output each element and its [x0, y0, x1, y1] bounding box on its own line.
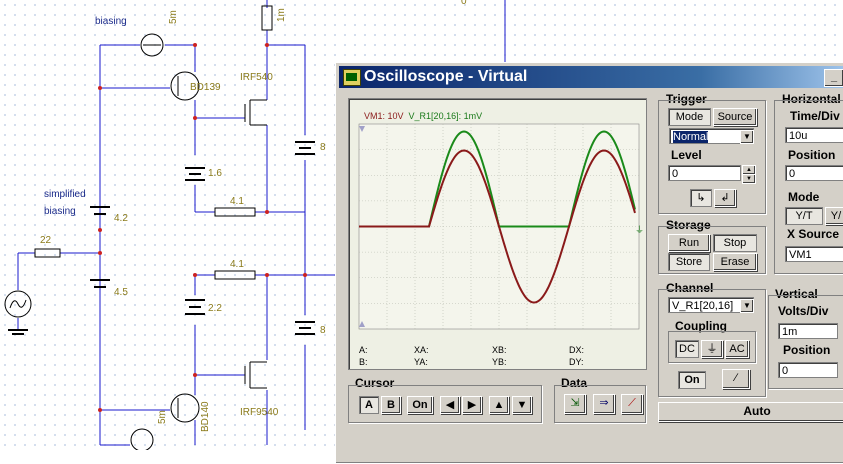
window-title: Oscilloscope - Virtual: [364, 68, 528, 85]
coupling-ground-icon[interactable]: ⏚: [701, 340, 723, 358]
label-batt-2-2: 2.2: [208, 303, 222, 314]
cursor-b-button[interactable]: B: [381, 396, 401, 414]
chevron-down-icon[interactable]: ▼: [740, 299, 754, 313]
storage-erase-button[interactable]: Erase: [713, 253, 757, 271]
mode-yt-button[interactable]: Y/T: [785, 207, 823, 225]
coupling-ac-button[interactable]: AC: [725, 340, 749, 358]
readout-dx: DX:: [569, 345, 585, 355]
vertical-position-label: Position: [783, 343, 831, 357]
storage-store-button[interactable]: Store: [668, 253, 710, 271]
horizontal-position-label: Position: [788, 148, 836, 162]
arrow-down-icon[interactable]: ▼: [512, 396, 532, 414]
label-zero: 0: [461, 0, 467, 7]
x-source-select[interactable]: VM1: [785, 246, 843, 262]
storage-stop-button[interactable]: Stop: [713, 234, 757, 252]
horizontal-mode-label: Mode: [788, 190, 820, 204]
mode-yx-button[interactable]: Y/: [825, 207, 843, 225]
label-transistor-top: BD139: [190, 82, 221, 93]
falling-edge-button[interactable]: ↲: [714, 189, 736, 207]
time-div-input[interactable]: 10u: [785, 127, 843, 143]
window-titlebar[interactable]: Oscilloscope - Virtual _: [339, 66, 843, 88]
label-mosfet-top: IRF540: [240, 72, 273, 83]
arrow-up-icon[interactable]: ▲: [489, 396, 509, 414]
ground-marker: ⏚: [635, 225, 644, 235]
label-top-resistor: 1m: [276, 8, 287, 22]
readout-a: A:: [359, 345, 368, 355]
vertical-position-input[interactable]: 0: [778, 362, 838, 378]
trigger-mode-value: Normal: [673, 131, 709, 143]
label-batt-4-2: 4.2: [114, 213, 128, 224]
readout-xa: XA:: [414, 345, 429, 355]
label-res-4-1-top: 4.1: [230, 196, 244, 207]
trigger-source-button[interactable]: Source: [713, 108, 757, 126]
auto-button[interactable]: Auto: [658, 402, 843, 422]
label-transistor-bot: BD140: [200, 401, 211, 432]
label-biasing-2: biasing: [44, 206, 76, 217]
readout-ya: YA:: [414, 357, 428, 367]
clear-data-icon[interactable]: ⟋: [621, 394, 643, 414]
minimize-button[interactable]: _: [824, 69, 843, 87]
channel-on-button[interactable]: On: [678, 371, 706, 389]
probe-pen-icon[interactable]: ∕: [722, 369, 750, 389]
label-mosfet-bot: IRF9540: [240, 407, 279, 418]
label-simplified: simplified: [44, 189, 86, 200]
x-source-label: X Source: [787, 227, 840, 241]
trigger-level-label: Level: [671, 148, 702, 162]
volts-div-input[interactable]: 1m: [778, 323, 838, 339]
trigger-mode-button[interactable]: Mode: [668, 108, 711, 126]
label-res-22: 22: [40, 235, 52, 246]
label-batt-4-5: 4.5: [114, 287, 128, 298]
arrow-right-icon[interactable]: ▶: [462, 396, 482, 414]
readout-dy: DY:: [569, 357, 584, 367]
cursor-a-button[interactable]: A: [359, 396, 379, 414]
storage-run-button[interactable]: Run: [668, 234, 710, 252]
label-current-source-top: 5m: [168, 10, 179, 24]
cursor-on-button[interactable]: On: [407, 396, 433, 414]
label-current-source-bot: 5m: [157, 410, 168, 424]
chevron-down-icon[interactable]: ▼: [740, 130, 754, 144]
label-batt-8-top: 8: [320, 142, 326, 153]
label-biasing: biasing: [95, 16, 127, 27]
horizontal-position-input[interactable]: 0: [785, 165, 843, 181]
readout-xb: XB:: [492, 345, 507, 355]
label-batt-1-6: 1.6: [208, 168, 222, 179]
volts-div-label: Volts/Div: [778, 304, 829, 318]
label-res-4-1-bot: 4.1: [230, 259, 244, 270]
readout-yb: YB:: [492, 357, 507, 367]
oscilloscope-app-icon: [343, 69, 361, 86]
trigger-level-input[interactable]: 0: [668, 165, 741, 181]
waveform-plot: ⏚: [358, 123, 644, 330]
scope-display[interactable]: VM1: 10V V_R1[20,16]: 1mV ⏚ A: B: XA: YA…: [348, 98, 647, 370]
rising-edge-button[interactable]: ↳: [690, 189, 712, 207]
time-div-label: Time/Div: [790, 109, 840, 123]
save-data-icon[interactable]: ⇲: [564, 394, 586, 414]
arrow-left-icon[interactable]: ◀: [440, 396, 460, 414]
coupling-dc-button[interactable]: DC: [675, 340, 699, 358]
label-batt-8-bot: 8: [320, 325, 326, 336]
readout-b: B:: [359, 357, 368, 367]
level-down-icon[interactable]: ▼: [742, 174, 756, 184]
export-data-icon[interactable]: ⇒: [593, 394, 615, 414]
